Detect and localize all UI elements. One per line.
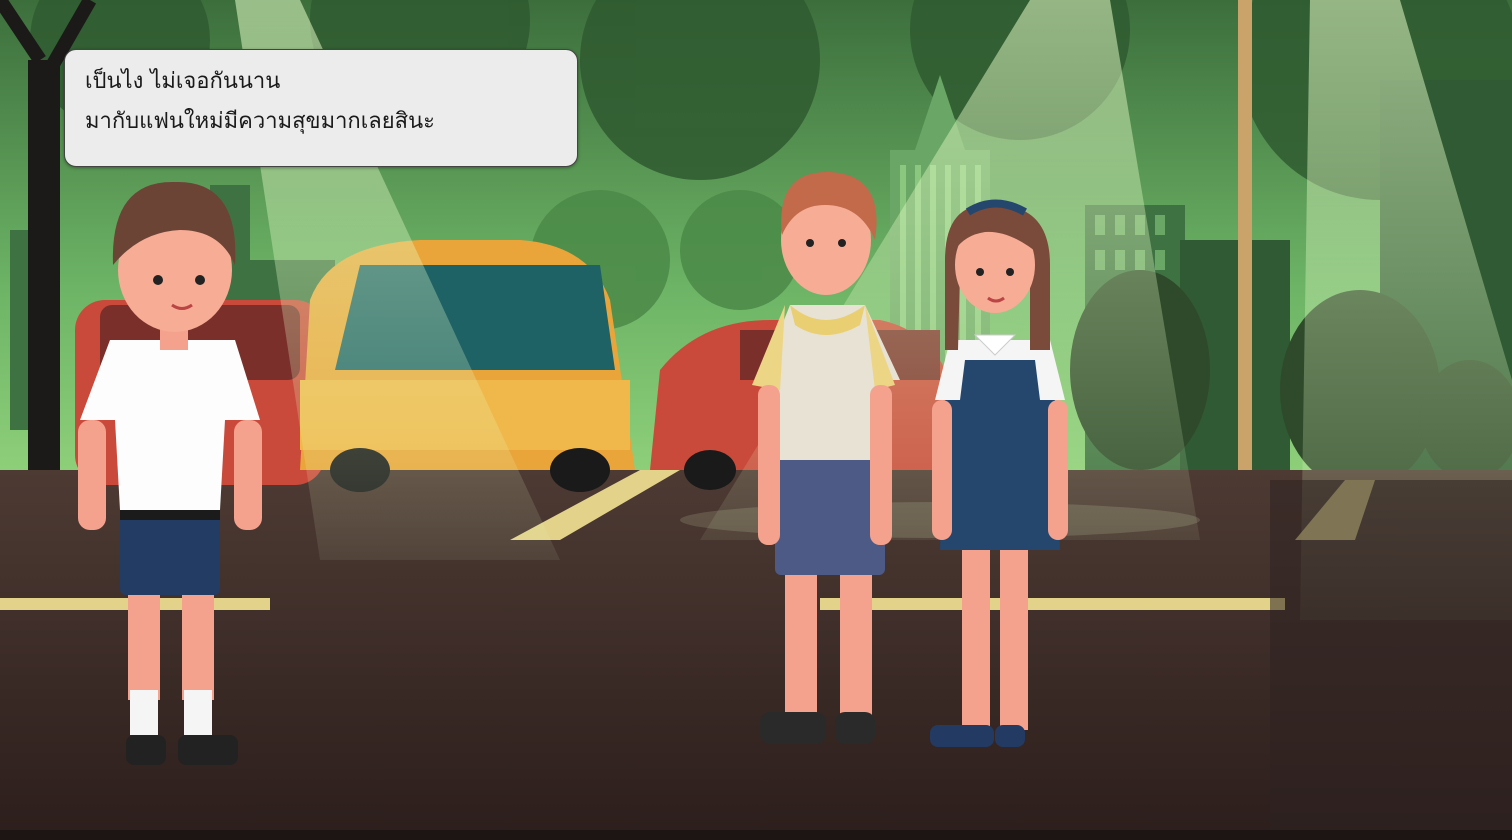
street-lamp-pole	[1238, 0, 1252, 470]
right-shadow-panel	[1270, 480, 1512, 840]
dialog-line-2: มากับแฟนใหม่มีความสุขมากเลยสินะ	[85, 109, 435, 134]
dialog-box[interactable]: เป็นไง ไม่เจอกันนาน มากับแฟนใหม่มีความสุ…	[64, 49, 578, 167]
dialog-line-1: เป็นไง ไม่เจอกันนาน	[85, 69, 281, 94]
